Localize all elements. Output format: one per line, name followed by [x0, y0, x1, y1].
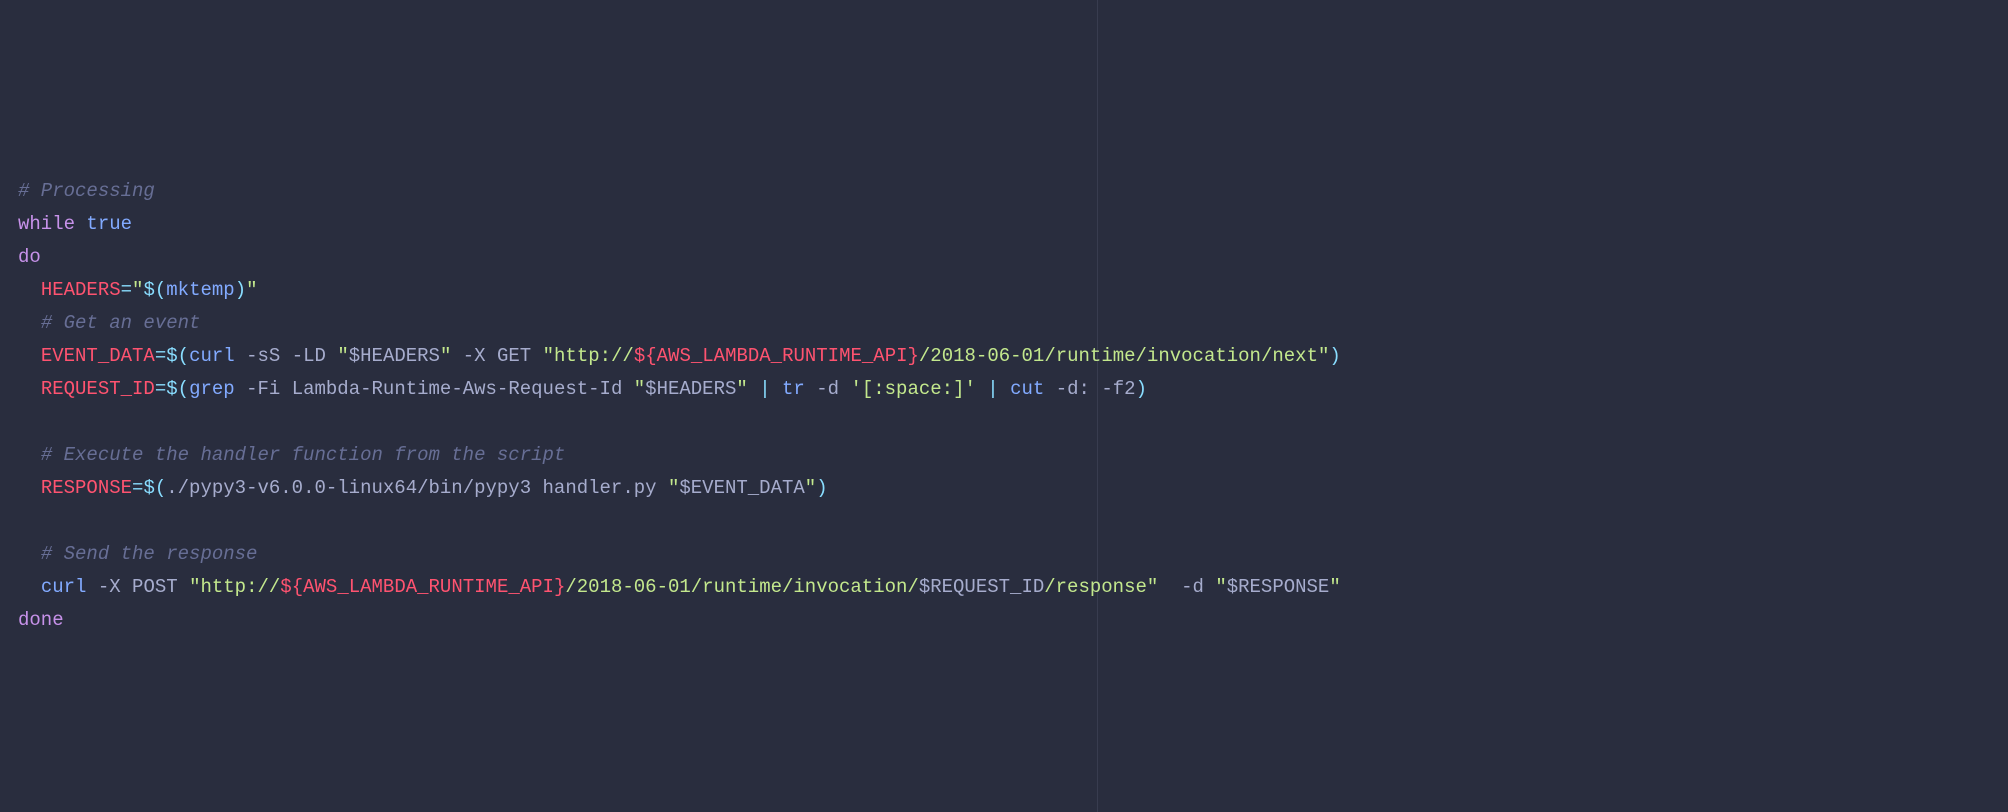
operator: = — [155, 378, 166, 400]
column-ruler — [1097, 0, 1098, 812]
cmd-curl: curl — [189, 345, 235, 367]
subst-close: ) — [1329, 345, 1340, 367]
string-quote: " — [189, 576, 200, 598]
string-quote: " — [440, 345, 451, 367]
url-path: /2018-06-01/runtime/invocation/ — [565, 576, 918, 598]
comment: # Get an event — [41, 312, 201, 334]
comment: # Execute the handler function from the … — [41, 444, 566, 466]
string-quote: " — [246, 279, 257, 301]
subst-open: $( — [166, 345, 189, 367]
flag: -Fi — [246, 378, 280, 400]
cmd-tr: tr — [782, 378, 805, 400]
interp-close: } — [908, 345, 919, 367]
interp-close: } — [554, 576, 565, 598]
keyword-done: done — [18, 609, 64, 631]
subst-open: $( — [143, 477, 166, 499]
cmd-curl: curl — [41, 576, 87, 598]
flag: -d: — [1056, 378, 1090, 400]
var-event-data: EVENT_DATA — [41, 345, 155, 367]
var-request-id: REQUEST_ID — [41, 378, 155, 400]
pipe: | — [748, 378, 782, 400]
url-path: /2018-06-01/runtime/invocation/next — [919, 345, 1318, 367]
string-quote: " — [1147, 576, 1158, 598]
flag: -sS — [246, 345, 280, 367]
path: ./pypy3-v6.0.0-linux64/bin/pypy3 — [166, 477, 531, 499]
method: GET — [497, 345, 531, 367]
var-ref: $HEADERS — [349, 345, 440, 367]
interp-var: AWS_LAMBDA_RUNTIME_API — [303, 576, 554, 598]
subst-open: $( — [166, 378, 189, 400]
comment: # Send the response — [41, 543, 258, 565]
interp-open: ${ — [634, 345, 657, 367]
method: POST — [132, 576, 178, 598]
string-quote: " — [132, 279, 143, 301]
keyword-do: do — [18, 246, 41, 268]
string-quote: " — [805, 477, 816, 499]
flag: -f2 — [1101, 378, 1135, 400]
url: http:// — [200, 576, 280, 598]
flag: -d — [816, 378, 839, 400]
comment: # Processing — [18, 180, 155, 202]
arg: handler.py — [543, 477, 657, 499]
string-quote: " — [634, 378, 645, 400]
flag: -d — [1181, 576, 1204, 598]
string-quote: " — [337, 345, 348, 367]
subst-open: $( — [143, 279, 166, 301]
string-quote: " — [1215, 576, 1226, 598]
interp-var: AWS_LAMBDA_RUNTIME_API — [657, 345, 908, 367]
url-path: /response — [1044, 576, 1147, 598]
operator: = — [121, 279, 132, 301]
code-block: # Processing while true do HEADERS="$(mk… — [18, 175, 1990, 637]
pipe: | — [976, 378, 1010, 400]
string-quote: " — [736, 378, 747, 400]
interp-open: ${ — [280, 576, 303, 598]
string-quote: " — [543, 345, 554, 367]
string: '[:space:]' — [850, 378, 975, 400]
subst-close: ) — [235, 279, 246, 301]
var-ref: $RESPONSE — [1227, 576, 1330, 598]
var-headers: HEADERS — [41, 279, 121, 301]
var-response: RESPONSE — [41, 477, 132, 499]
flag: -X — [98, 576, 121, 598]
builtin-true: true — [86, 213, 132, 235]
flag: -X — [463, 345, 486, 367]
flag: -LD — [292, 345, 326, 367]
operator: = — [155, 345, 166, 367]
var-ref: $REQUEST_ID — [919, 576, 1044, 598]
cmd-cut: cut — [1010, 378, 1044, 400]
var-ref: $EVENT_DATA — [679, 477, 804, 499]
operator: = — [132, 477, 143, 499]
var-ref: $HEADERS — [645, 378, 736, 400]
arg: Lambda-Runtime-Aws-Request-Id — [292, 378, 623, 400]
subst-close: ) — [1136, 378, 1147, 400]
string-quote: " — [1318, 345, 1329, 367]
keyword-while: while — [18, 213, 75, 235]
string-quote: " — [668, 477, 679, 499]
subst-close: ) — [816, 477, 827, 499]
url: http:// — [554, 345, 634, 367]
cmd-grep: grep — [189, 378, 235, 400]
cmd-mktemp: mktemp — [166, 279, 234, 301]
string-quote: " — [1329, 576, 1340, 598]
